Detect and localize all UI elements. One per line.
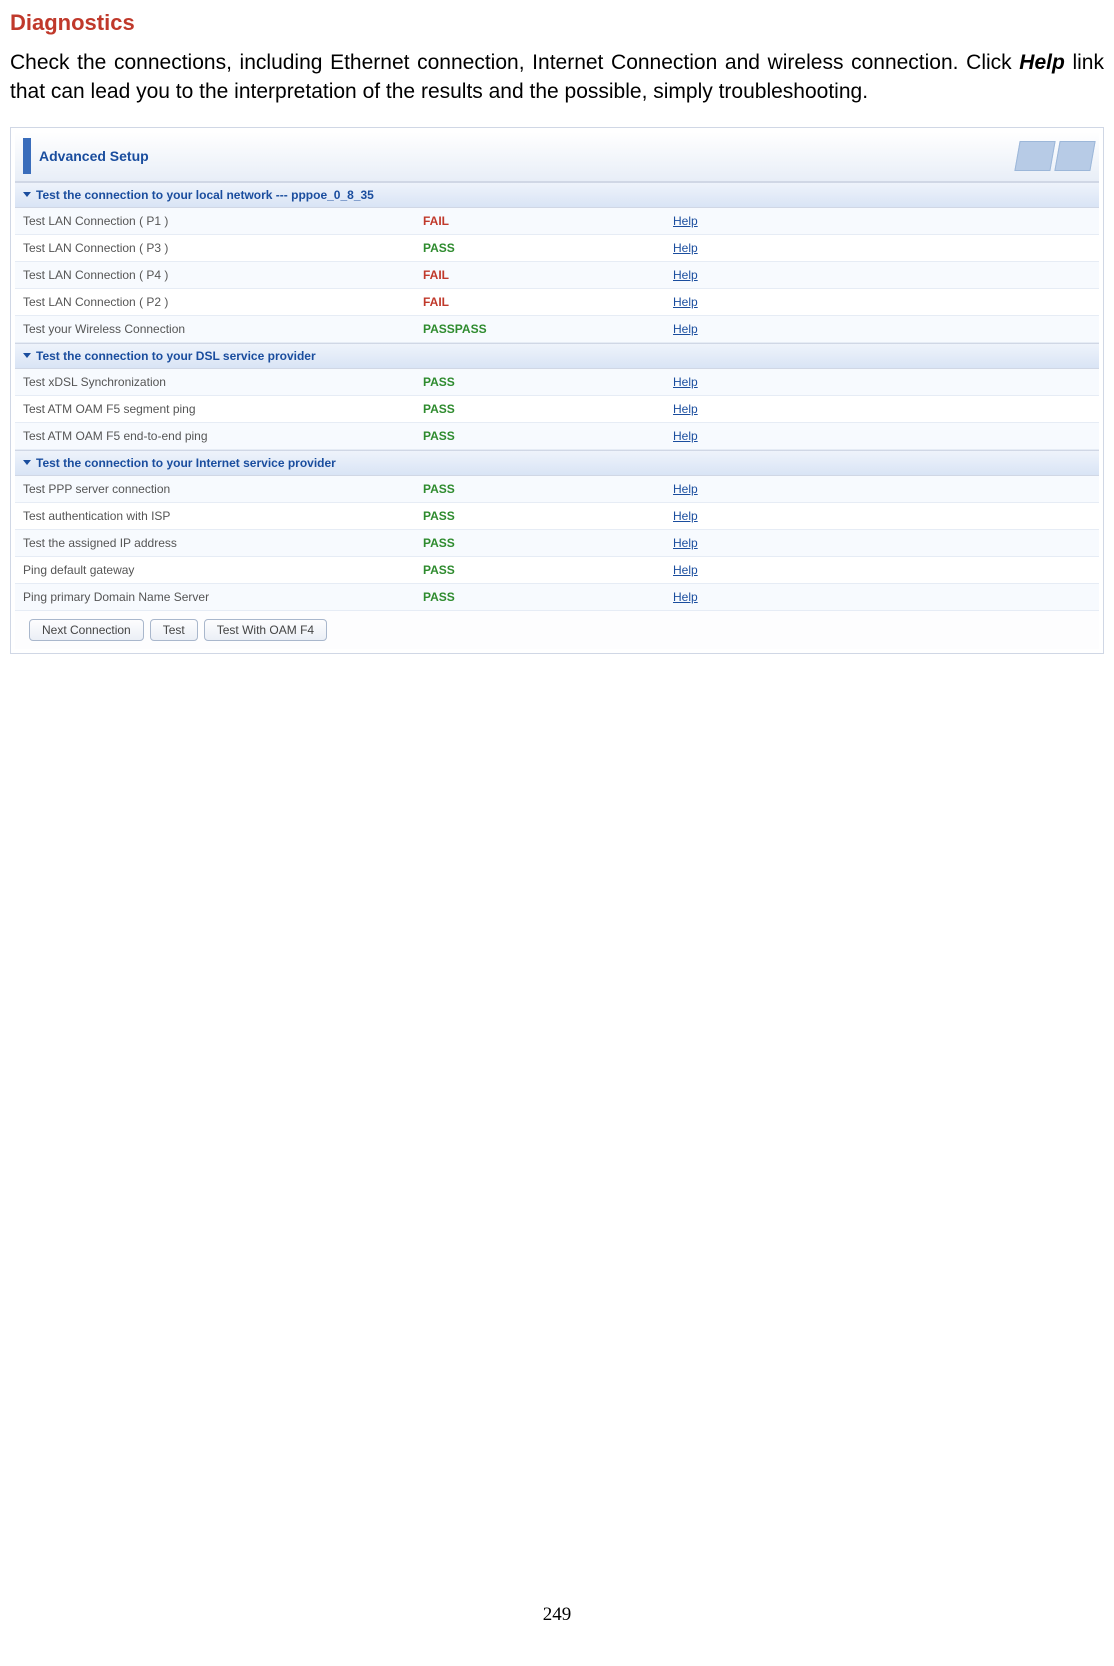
help-link[interactable]: Help xyxy=(673,590,698,604)
help-cell: Help xyxy=(665,315,1099,342)
table-row: Test ATM OAM F5 end-to-end pingPASS Help xyxy=(15,422,1099,449)
help-cell: Help xyxy=(665,476,1099,503)
help-cell: Help xyxy=(665,529,1099,556)
test-name: Test your Wireless Connection xyxy=(15,315,415,342)
test-status: PASS xyxy=(415,476,665,503)
help-cell: Help xyxy=(665,288,1099,315)
body-text-help-word: Help xyxy=(1019,51,1065,74)
decorative-shape xyxy=(1014,141,1055,171)
help-link[interactable]: Help xyxy=(673,375,698,389)
table-row: Test authentication with ISPPASS Help xyxy=(15,502,1099,529)
section-header[interactable]: Test the connection to your Internet ser… xyxy=(15,450,1099,476)
panel-header: Advanced Setup xyxy=(15,132,1099,182)
help-cell: Help xyxy=(665,208,1099,235)
test-status: FAIL xyxy=(415,208,665,235)
test-name: Test LAN Connection ( P4 ) xyxy=(15,261,415,288)
chevron-down-icon xyxy=(23,353,31,358)
chevron-down-icon xyxy=(23,192,31,197)
test-status: PASS xyxy=(415,422,665,449)
test-status: FAIL xyxy=(415,288,665,315)
section-title: Test the connection to your DSL service … xyxy=(36,349,316,363)
help-link[interactable]: Help xyxy=(673,295,698,309)
panel-title: Advanced Setup xyxy=(39,148,149,164)
test-status: PASS xyxy=(415,395,665,422)
diagnostics-panel: Advanced Setup Test the connection to yo… xyxy=(10,127,1104,654)
test-results-table: Test LAN Connection ( P1 )FAILHelpTest L… xyxy=(15,208,1099,343)
table-row: Test your Wireless ConnectionPASSPASS Hel… xyxy=(15,315,1099,342)
help-cell: Help xyxy=(665,395,1099,422)
table-row: Ping primary Domain Name ServerPASS Help xyxy=(15,583,1099,610)
test-name: Test LAN Connection ( P2 ) xyxy=(15,288,415,315)
help-link[interactable]: Help xyxy=(673,322,698,336)
test-status: PASS xyxy=(415,234,665,261)
help-cell: Help xyxy=(665,502,1099,529)
help-link[interactable]: Help xyxy=(673,563,698,577)
page-heading: Diagnostics xyxy=(10,10,1104,36)
table-row: Ping default gatewayPASS Help xyxy=(15,556,1099,583)
table-row: Test LAN Connection ( P4 )FAIL Help xyxy=(15,261,1099,288)
chevron-down-icon xyxy=(23,460,31,465)
help-cell: Help xyxy=(665,556,1099,583)
buttons-row: Next Connection Test Test With OAM F4 xyxy=(15,611,1099,649)
help-link[interactable]: Help xyxy=(673,268,698,282)
test-status: PASSPASS xyxy=(415,315,665,342)
table-row: Test LAN Connection ( P2 )FAIL Help xyxy=(15,288,1099,315)
help-link[interactable]: Help xyxy=(673,482,698,496)
test-name: Ping default gateway xyxy=(15,556,415,583)
help-cell: Help xyxy=(665,583,1099,610)
body-text-1: Check the connections, including Etherne… xyxy=(10,51,959,74)
help-cell: Help xyxy=(665,234,1099,261)
test-name: Test LAN Connection ( P1 ) xyxy=(15,208,415,235)
section-title: Test the connection to your Internet ser… xyxy=(36,456,336,470)
table-row: Test LAN Connection ( P1 )FAIL Help xyxy=(15,208,1099,235)
section-header[interactable]: Test the connection to your local networ… xyxy=(15,182,1099,208)
test-name: Test xDSL Synchronization xyxy=(15,369,415,396)
table-row: Test LAN Connection ( P3 )PASS Help xyxy=(15,234,1099,261)
page-number: 249 xyxy=(10,1604,1104,1626)
test-name: Ping primary Domain Name Server xyxy=(15,583,415,610)
help-cell: Help xyxy=(665,369,1099,396)
section-header[interactable]: Test the connection to your DSL service … xyxy=(15,343,1099,369)
help-link[interactable]: Help xyxy=(673,214,698,228)
table-row: Test the assigned IP addressPASS Help xyxy=(15,529,1099,556)
test-status: PASS xyxy=(415,369,665,396)
next-connection-button[interactable]: Next Connection xyxy=(29,619,144,641)
help-cell: Help xyxy=(665,261,1099,288)
section-title: Test the connection to your local networ… xyxy=(36,188,374,202)
test-name: Test LAN Connection ( P3 ) xyxy=(15,234,415,261)
help-link[interactable]: Help xyxy=(673,429,698,443)
help-link[interactable]: Help xyxy=(673,536,698,550)
panel-header-left: Advanced Setup xyxy=(23,132,149,181)
header-accent-bar xyxy=(23,138,31,174)
test-results-table: Test xDSL SynchronizationPASSHelpTest AT… xyxy=(15,369,1099,450)
table-row: Test xDSL SynchronizationPASS Help xyxy=(15,369,1099,396)
decorative-shape xyxy=(1054,141,1095,171)
help-cell: Help xyxy=(665,422,1099,449)
table-row: Test PPP server connectionPASS Help xyxy=(15,476,1099,503)
help-link[interactable]: Help xyxy=(673,509,698,523)
test-name: Test ATM OAM F5 segment ping xyxy=(15,395,415,422)
table-row: Test ATM OAM F5 segment pingPASS Help xyxy=(15,395,1099,422)
header-decorative-art xyxy=(1017,141,1099,171)
help-link[interactable]: Help xyxy=(673,241,698,255)
test-status: PASS xyxy=(415,529,665,556)
test-with-oam-button[interactable]: Test With OAM F4 xyxy=(204,619,327,641)
test-results-table: Test PPP server connectionPASSHelpTest a… xyxy=(15,476,1099,611)
test-button[interactable]: Test xyxy=(150,619,198,641)
test-status: PASS xyxy=(415,502,665,529)
test-name: Test ATM OAM F5 end-to-end ping xyxy=(15,422,415,449)
test-name: Test the assigned IP address xyxy=(15,529,415,556)
help-link[interactable]: Help xyxy=(673,402,698,416)
body-paragraph: Check the connections, including Etherne… xyxy=(10,48,1104,107)
body-text-2a: Click xyxy=(966,51,1019,74)
test-status: FAIL xyxy=(415,261,665,288)
test-status: PASS xyxy=(415,556,665,583)
test-name: Test authentication with ISP xyxy=(15,502,415,529)
test-status: PASS xyxy=(415,583,665,610)
test-name: Test PPP server connection xyxy=(15,476,415,503)
